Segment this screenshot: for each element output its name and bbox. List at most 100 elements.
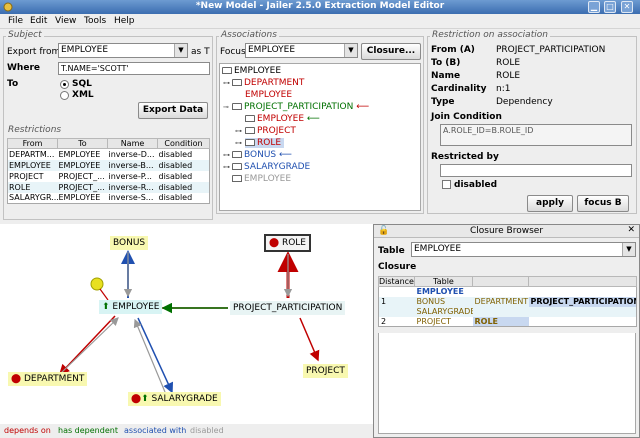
expand-icon[interactable]: ⊶ (223, 163, 230, 171)
export-from-select[interactable]: EMPLOYEE ▼ (58, 43, 188, 58)
node-project[interactable]: PROJECT (303, 364, 348, 378)
table-row[interactable]: EMPLOYEE EMPLOYEE inverse-B... disabled (7, 159, 210, 171)
disabled-checkbox[interactable] (442, 180, 451, 189)
minimize-icon[interactable]: ▁ (588, 1, 600, 13)
to-label: To (7, 79, 19, 89)
type-value: Dependency (496, 97, 553, 107)
node-department[interactable]: ⬤ DEPARTMENT (8, 372, 88, 386)
closure-table-empty-area (378, 333, 636, 434)
cell: BONUS (416, 297, 446, 306)
tree-node-department[interactable]: DEPARTMENT (232, 78, 304, 88)
table-row[interactable]: SALARYGR... EMPLOYEE inverse-S... disabl… (8, 193, 210, 204)
node-salarygrade[interactable]: ⬤⬆ SALARYGRADE (128, 392, 221, 406)
arrow-left-icon: ⟵ (279, 150, 292, 160)
apply-button[interactable]: apply (527, 195, 573, 212)
cell: PROJECT_... (58, 171, 105, 181)
col-table[interactable]: Table (414, 276, 473, 287)
focus-b-button[interactable]: focus B (577, 195, 629, 212)
closure-button[interactable]: Closure... (361, 43, 421, 60)
export-from-value: EMPLOYEE (61, 45, 109, 55)
tree-node-department-employee[interactable]: EMPLOYEE (245, 90, 292, 100)
xml-radio[interactable] (60, 91, 69, 100)
expand-icon[interactable]: ⊶ (223, 79, 230, 87)
restricted-by-input[interactable] (440, 164, 632, 177)
cell: disabled (157, 159, 210, 171)
closure-label: Closure (378, 262, 417, 272)
focus-select[interactable]: EMPLOYEE ▼ (245, 43, 358, 58)
from-label: From (A) (431, 45, 475, 55)
menu-tools[interactable]: Tools (84, 16, 106, 26)
subject-title: Subject (6, 30, 44, 40)
cell: ROLE (7, 181, 58, 193)
close-icon[interactable]: ✕ (621, 1, 633, 13)
menu-view[interactable]: View (55, 16, 76, 26)
restriction-title: Restriction on association (430, 30, 550, 40)
col-distance[interactable]: Distance (378, 276, 415, 287)
col-from[interactable]: From (7, 138, 58, 149)
join-condition-label: Join Condition (431, 112, 502, 122)
tree-node-project-participation[interactable]: PROJECT_PARTICIPATION ⟵ (232, 102, 369, 112)
restrictions-title: Restrictions (6, 125, 64, 135)
table-row[interactable]: 2 PROJECT ROLE (379, 316, 637, 327)
cardinality-label: Cardinality (431, 84, 487, 94)
expand-icon[interactable]: ⊶ (223, 151, 230, 159)
cell: DEPARTM... (9, 149, 55, 159)
expand-icon[interactable]: ⊶ (235, 127, 242, 135)
where-input[interactable]: T.NAME='SCOTT' (58, 62, 210, 75)
window-title: *New Model - Jailer 2.5.0 Extraction Mod… (195, 1, 445, 11)
folder-icon (245, 127, 255, 134)
folder-icon (245, 139, 255, 146)
menu-edit[interactable]: Edit (30, 16, 47, 26)
node-employee[interactable]: ⬆ EMPLOYEE (99, 300, 163, 314)
col-to[interactable]: To (57, 138, 108, 149)
tree-node-pp-project[interactable]: PROJECT (245, 126, 296, 136)
cell: inverse-B... (107, 159, 158, 171)
table-row[interactable]: SALARYGRADE (378, 306, 637, 317)
focus-value: EMPLOYEE (248, 45, 296, 55)
node-role[interactable]: ⬤ ROLE (264, 234, 311, 252)
tree-node-salarygrade[interactable]: SALARYGRADE (232, 162, 310, 172)
col-name[interactable]: Name (107, 138, 158, 149)
table-row[interactable]: DEPARTM... EMPLOYEE inverse-D... disable… (8, 149, 210, 160)
table-row[interactable]: EMPLOYEE (379, 287, 637, 297)
cell: PROJECT (416, 316, 452, 326)
table-row[interactable]: ROLE PROJECT_... inverse-R... disabled (7, 181, 210, 193)
close-icon[interactable]: ✕ (627, 225, 635, 235)
maximize-icon[interactable]: □ (604, 1, 616, 13)
node-bonus[interactable]: BONUS (110, 236, 149, 250)
anchor-icon: ⬆ (141, 394, 149, 404)
tree-node-pp-role[interactable]: ROLE (245, 138, 285, 148)
tree-node-bonus[interactable]: BONUS ⟵ (232, 150, 292, 160)
col-blank-3[interactable] (528, 276, 637, 287)
closure-table-label: Table (378, 246, 405, 256)
to-value: ROLE (496, 58, 521, 68)
chevron-down-icon: ▼ (344, 44, 357, 57)
export-data-button[interactable]: Export Data (138, 102, 208, 119)
expand-icon[interactable]: ⊶ (235, 139, 242, 147)
cell: inverse-D... (108, 149, 155, 159)
cell: disabled (157, 181, 210, 193)
from-value: PROJECT_PARTICIPATION (496, 45, 606, 55)
tree-node-pp-employee[interactable]: EMPLOYEE ⟵ (245, 114, 320, 124)
tree-node-root[interactable]: EMPLOYEE (222, 66, 281, 76)
cell: PROJECT_PARTICIPATION (528, 296, 637, 307)
cell (529, 317, 637, 327)
table-row[interactable]: 1 BONUS DEPARTMENT PROJECT_PARTICIPATION (378, 296, 637, 307)
closure-browser-window: 🔓 Closure Browser ✕ Table EMPLOYEE ▼ Clo… (373, 224, 640, 438)
cell: DEPARTMENT (474, 297, 529, 306)
closure-table-select[interactable]: EMPLOYEE ▼ (411, 242, 636, 257)
database-icon: ⬤ (269, 238, 280, 248)
menu-help[interactable]: Help (114, 16, 135, 26)
col-blank-2[interactable] (472, 276, 529, 287)
xml-label: XML (72, 90, 94, 100)
closure-title-bar: 🔓 Closure Browser ✕ (374, 225, 639, 238)
sql-radio[interactable] (60, 80, 69, 89)
collapse-icon[interactable]: ⊸ (223, 103, 229, 111)
table-row[interactable]: PROJECT PROJECT_... inverse-P... disable… (8, 171, 210, 182)
employee-self-loop (90, 277, 104, 291)
tree-node-employee-disabled[interactable]: EMPLOYEE (232, 174, 291, 184)
cell: EMPLOYEE (58, 193, 101, 203)
node-project-participation[interactable]: PROJECT_PARTICIPATION (230, 301, 346, 315)
col-condition[interactable]: Condition (157, 138, 210, 149)
menu-file[interactable]: File (8, 16, 23, 26)
